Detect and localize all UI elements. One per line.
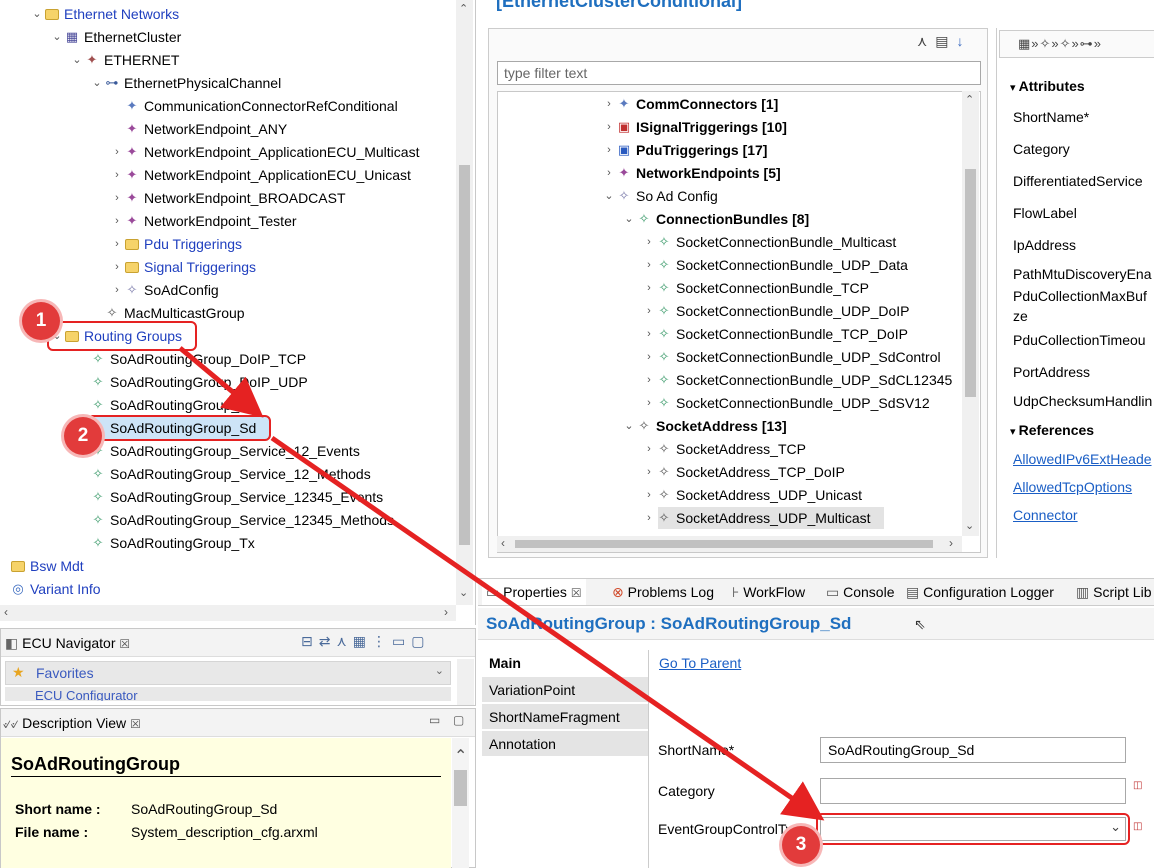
annotation-badge-2: 2 bbox=[64, 417, 102, 455]
annotation-badge-3: 3 bbox=[782, 826, 820, 864]
annotation-arrows bbox=[178, 346, 825, 821]
arrow-1-to-2 bbox=[178, 346, 264, 418]
annotation-badge-1: 1 bbox=[22, 302, 60, 340]
arrow-2-to-3 bbox=[270, 435, 825, 821]
